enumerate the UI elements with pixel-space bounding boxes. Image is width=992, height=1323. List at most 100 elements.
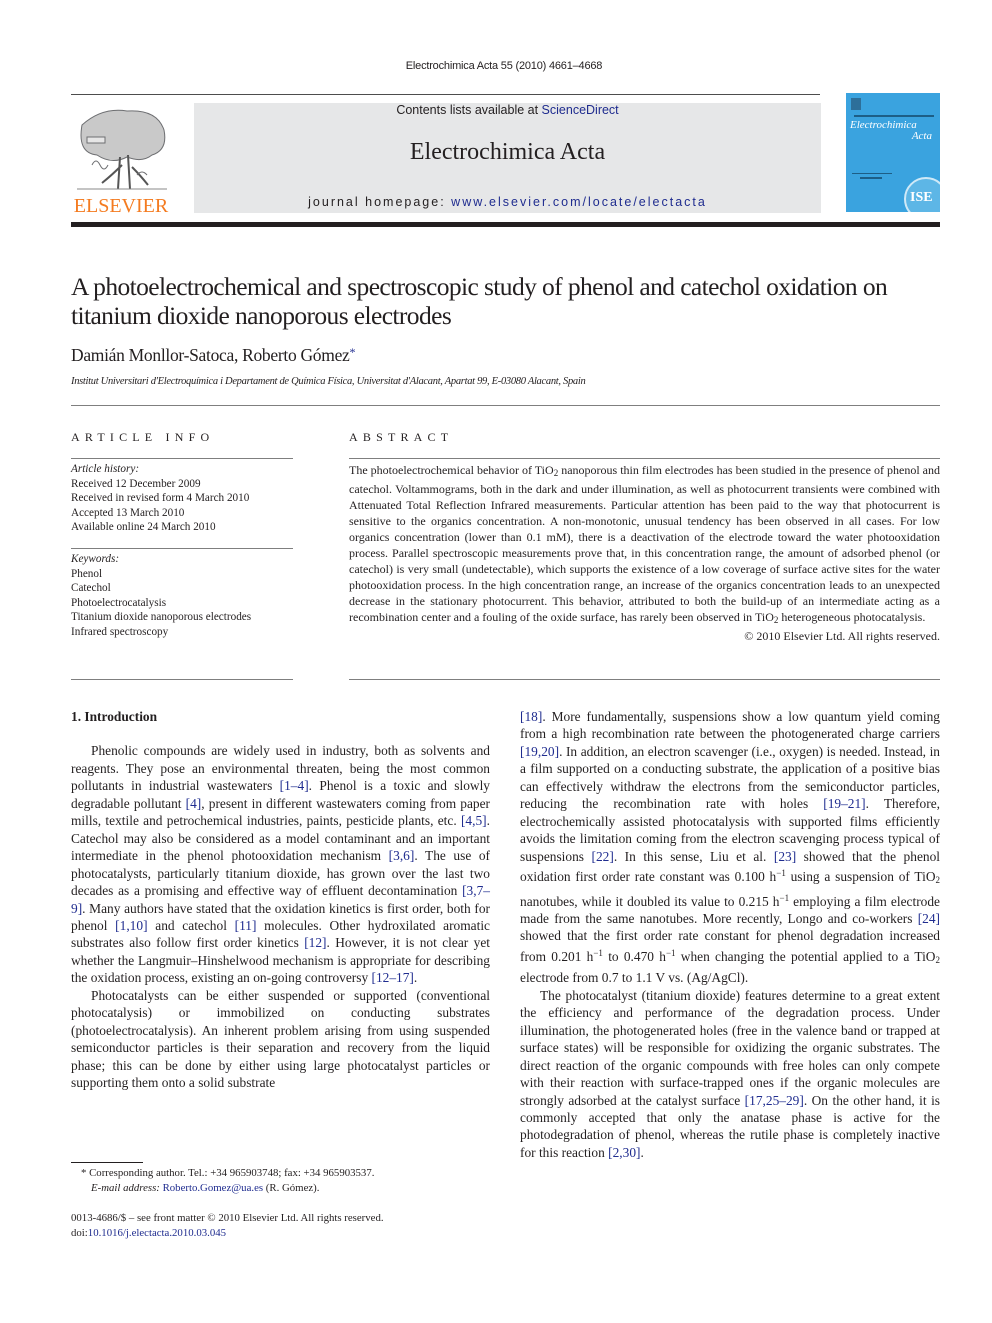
citation-link[interactable]: [22]	[592, 849, 614, 864]
citation-link[interactable]: [1,10]	[115, 918, 147, 933]
history-label: Article history:	[71, 463, 140, 475]
cover-rule	[854, 115, 934, 117]
paragraph: Photocatalysts can be either suspended o…	[71, 987, 490, 1092]
subscript: 2	[935, 954, 940, 965]
email-link[interactable]: Roberto.Gomez@ua.es	[163, 1182, 264, 1194]
keyword: Catechol	[71, 582, 111, 594]
citation-link[interactable]: [19,20]	[520, 744, 559, 759]
text-run: nanotubes, while it doubled its value to…	[520, 893, 780, 909]
authors: Damián Monllor-Satoca, Roberto Gómez*	[71, 345, 355, 366]
cover-title: Electrochimica Acta	[850, 120, 938, 142]
author-names: Damián Monllor-Satoca, Roberto Gómez	[71, 345, 350, 365]
sciencedirect-link[interactable]: ScienceDirect	[542, 103, 619, 117]
text-run: and catechol	[147, 917, 235, 933]
cover-rule	[860, 177, 882, 179]
cover-title-line1: Electrochimica	[850, 119, 917, 131]
front-matter: 0013-4686/$ – see front matter © 2010 El…	[71, 1211, 511, 1241]
doi-prefix: doi:	[71, 1227, 88, 1239]
ise-seal-icon: ISE	[904, 177, 940, 212]
keyword: Infrared spectroscopy	[71, 625, 169, 638]
keywords: Keywords: Phenol Catechol Photoelectroca…	[71, 552, 293, 639]
subscript: 2	[935, 875, 941, 886]
abstract-heading: ABSTRACT	[349, 430, 454, 444]
divider	[71, 405, 940, 406]
divider	[71, 458, 293, 459]
email-label: E-mail address:	[91, 1182, 160, 1194]
footnote-corresponding: * Corresponding author. Tel.: +34 965903…	[71, 1166, 511, 1196]
divider	[71, 548, 293, 549]
citation-link[interactable]: [23]	[774, 849, 796, 864]
citation-link[interactable]: [4]	[186, 796, 202, 811]
history-item: Accepted 13 March 2010	[71, 506, 185, 519]
history-item: Received in revised form 4 March 2010	[71, 492, 250, 504]
contents-line: Contents lists available at ScienceDirec…	[194, 103, 821, 117]
masthead-rule	[71, 222, 940, 227]
divider	[71, 679, 293, 680]
history-item: Received 12 December 2009	[71, 477, 201, 490]
abstract-text-part: nanoporous thin film electrodes has been…	[349, 463, 940, 624]
divider	[349, 458, 940, 459]
journal-cover[interactable]: Electrochimica Acta ISE	[846, 93, 940, 212]
abstract: The photoelectrochemical behavior of TiO…	[349, 462, 940, 644]
paragraph: Phenolic compounds are widely used in in…	[71, 742, 490, 986]
superscript: −1	[776, 868, 786, 879]
email-line: E-mail address: Roberto.Gomez@ua.es (R. …	[71, 1181, 511, 1196]
text-run: .	[640, 1144, 644, 1160]
superscript: −1	[665, 947, 676, 958]
superscript: −1	[593, 947, 603, 958]
citation-link[interactable]: [12]	[304, 935, 326, 950]
cover-publisher-icon	[851, 98, 861, 110]
citation-link[interactable]: [18]	[520, 709, 542, 724]
history-item: Available online 24 March 2010	[71, 521, 216, 533]
article-title: A photoelectrochemical and spectroscopic…	[71, 272, 888, 330]
citation-link[interactable]: [17,25–29]	[745, 1093, 804, 1108]
elsevier-tree-icon	[77, 109, 167, 190]
text-run: electrode from 0.7 to 1.1 V vs. (Ag/AgCl…	[520, 970, 749, 986]
abstract-text-part: The photoelectrochemical behavior of TiO	[349, 463, 554, 477]
paragraph: [18]. More fundamentally, suspensions sh…	[520, 708, 940, 987]
affiliation: Institut Universitari d'Electroquímica i…	[71, 376, 586, 387]
keyword: Titanium dioxide nanoporous electrodes	[71, 611, 252, 623]
keywords-label: Keywords:	[71, 553, 120, 565]
text-run: The photocatalyst (titanium dioxide) fea…	[520, 987, 940, 1108]
citation-link[interactable]: [2,30]	[608, 1145, 640, 1160]
citation-link[interactable]: [4,5]	[461, 813, 487, 828]
issn-line: 0013-4686/$ – see front matter © 2010 El…	[71, 1212, 384, 1224]
running-head: Electrochimica Acta 55 (2010) 4661–4668	[405, 60, 603, 72]
citation-link[interactable]: [12–17]	[372, 970, 414, 985]
elsevier-logo[interactable]: ELSEVIER	[70, 103, 172, 217]
journal-title: Electrochimica Acta	[409, 139, 606, 165]
citation-link[interactable]: [3,6]	[389, 848, 415, 863]
text-run: Photocatalysts can be either suspended o…	[71, 987, 490, 1091]
corresponding-author-link[interactable]: *	[350, 345, 356, 359]
seal-text: ISE	[910, 190, 933, 205]
paragraph: The photocatalyst (titanium dioxide) fea…	[520, 987, 940, 1162]
citation-link[interactable]: [19–21]	[823, 796, 865, 811]
journal-banner: Contents lists available at ScienceDirec…	[194, 103, 821, 213]
text-run: to 0.470 h	[602, 948, 666, 964]
abstract-text-part: heterogeneous photocatalysis.	[778, 610, 926, 624]
footnote-rule	[71, 1162, 143, 1163]
elsevier-wordmark: ELSEVIER	[73, 195, 169, 217]
contents-prefix: Contents lists available at	[396, 103, 542, 117]
doi-link[interactable]: 10.1016/j.electacta.2010.03.045	[88, 1227, 226, 1239]
copyright: © 2010 Elsevier Ltd. All rights reserved…	[744, 629, 940, 643]
citation-link[interactable]: [11]	[235, 918, 257, 933]
superscript: −1	[779, 892, 790, 903]
email-suffix: (R. Gómez).	[263, 1182, 320, 1194]
citation-link[interactable]: [24]	[918, 911, 940, 926]
body-column-right: [18]. More fundamentally, suspensions sh…	[520, 708, 940, 1161]
section-heading-introduction: 1. Introduction	[71, 709, 158, 724]
keyword: Phenol	[71, 567, 103, 580]
text-run: .	[413, 970, 418, 986]
body-column-left: 1. Introduction Phenolic compounds are w…	[71, 708, 490, 1092]
citation-link[interactable]: [1–4]	[280, 778, 309, 793]
cover-title-line2: Acta	[911, 130, 932, 142]
abstract-text: The photoelectrochemical behavior of TiO…	[349, 462, 940, 628]
homepage-link[interactable]: www.elsevier.com/locate/electacta	[451, 195, 707, 209]
text-run: using a suspension of TiO	[785, 869, 936, 885]
doi-line: doi:10.1016/j.electacta.2010.03.045	[71, 1226, 511, 1241]
text-run: . More fundamentally, suspensions show a…	[520, 709, 940, 742]
homepage-prefix: journal homepage:	[308, 195, 452, 209]
divider	[349, 679, 940, 680]
